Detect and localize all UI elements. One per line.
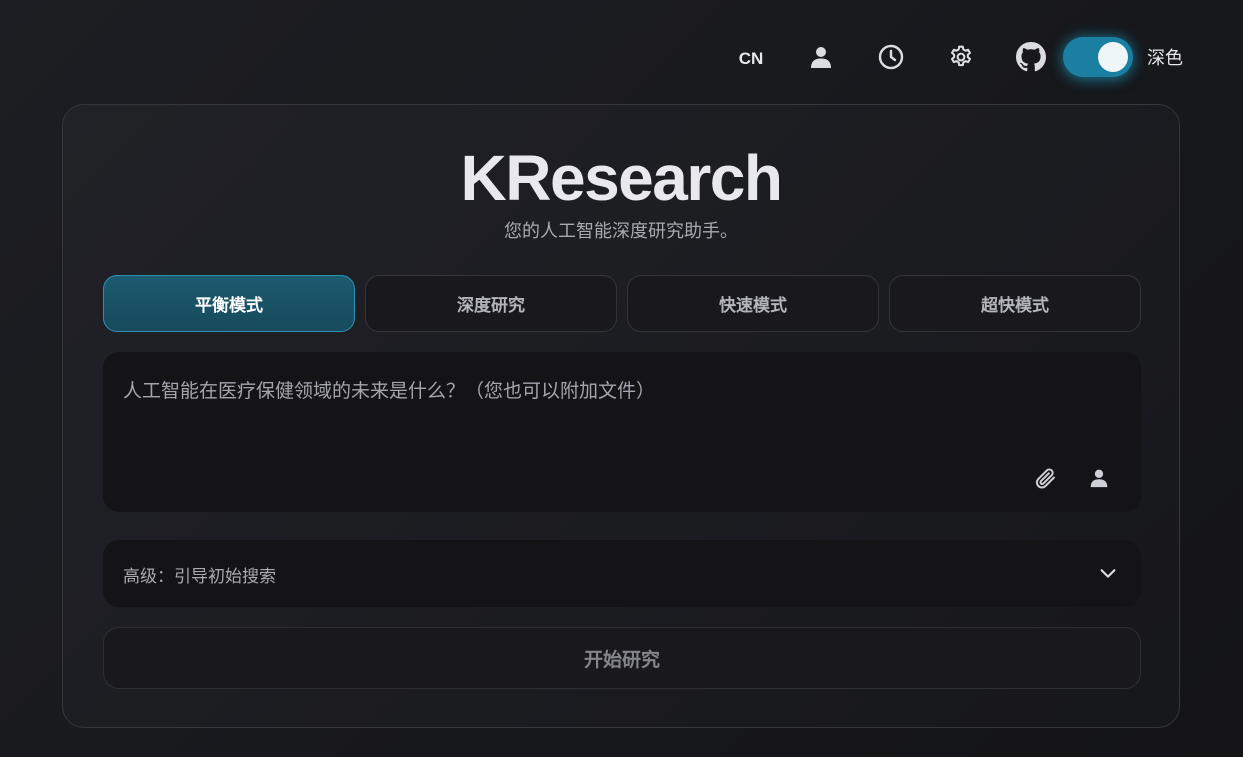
advanced-guided-search[interactable]: 高级：引导初始搜索 (103, 540, 1141, 607)
mode-balanced-button[interactable]: 平衡模式 (103, 275, 355, 332)
mode-deep-research-button[interactable]: 深度研究 (365, 275, 617, 332)
query-input[interactable]: 人工智能在医疗保健领域的未来是什么？（您也可以附加文件） (103, 352, 1141, 512)
user-icon[interactable] (801, 37, 841, 77)
app-subtitle: 您的人工智能深度研究助手。 (504, 221, 738, 242)
start-research-button[interactable]: 开始研究 (103, 627, 1141, 689)
paperclip-icon[interactable] (1031, 464, 1059, 492)
toggle-knob (1098, 42, 1128, 72)
chevron-down-icon (1097, 562, 1119, 588)
theme-label: 深色 (1147, 48, 1183, 69)
app-title: KResearch (460, 142, 783, 214)
main-card: KResearch 您的人工智能深度研究助手。 平衡模式 深度研究 快速模式 超… (62, 104, 1180, 728)
language-switch[interactable]: CN (731, 49, 771, 69)
mode-selector: 平衡模式 深度研究 快速模式 超快模式 (103, 275, 1141, 332)
advanced-label: 高级：引导初始搜索 (123, 567, 276, 587)
history-clock-icon[interactable] (871, 37, 911, 77)
query-placeholder: 人工智能在医疗保健领域的未来是什么？（您也可以附加文件） (123, 380, 656, 402)
settings-gear-icon[interactable] (941, 37, 981, 77)
mode-fast-button[interactable]: 快速模式 (627, 275, 879, 332)
github-icon[interactable] (1011, 37, 1051, 77)
top-toolbar: CN 深色 (731, 32, 1183, 82)
theme-toggle[interactable] (1063, 37, 1133, 77)
mode-ultra-fast-button[interactable]: 超快模式 (889, 275, 1141, 332)
persona-user-icon[interactable] (1085, 464, 1113, 492)
